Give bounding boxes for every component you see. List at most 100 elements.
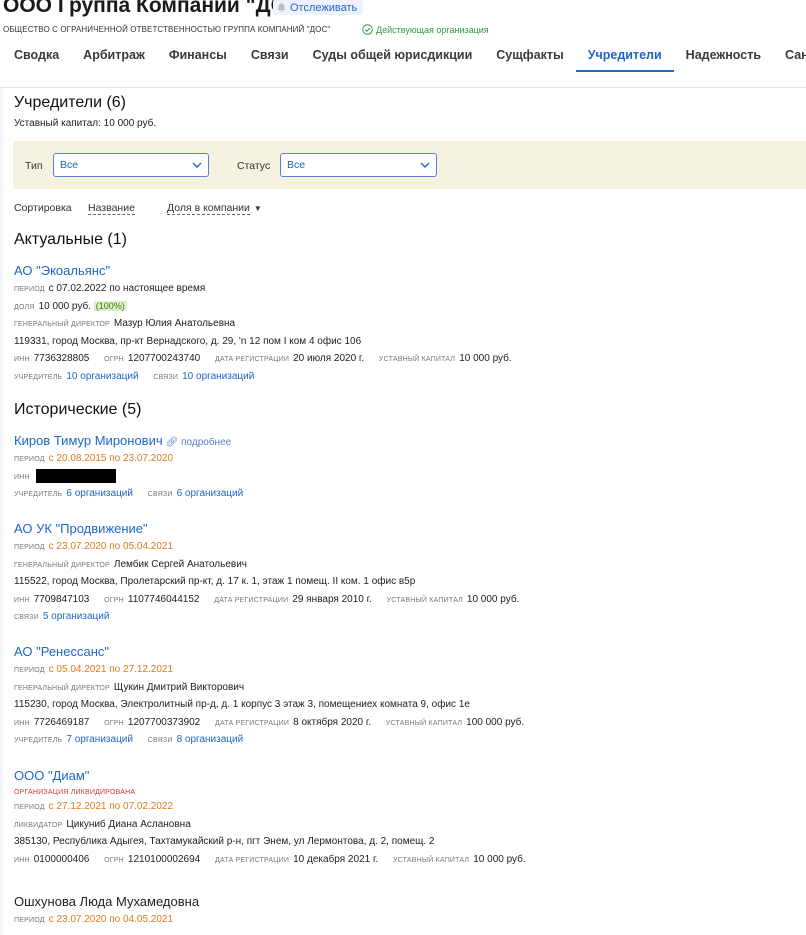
- ogrn-value: 1207700243740: [127, 353, 201, 364]
- caret-down-icon: ▼: [253, 204, 262, 213]
- tab-founders[interactable]: Учредители: [575, 38, 674, 72]
- period-value: с 23.07.2020 по 04.05.2021: [48, 914, 174, 925]
- ceo-name: Щукин Дмитрий Викторович: [113, 681, 245, 693]
- founder-label: учредитель: [14, 737, 63, 744]
- period-label: период: [14, 456, 45, 463]
- sort-by-share[interactable]: Доля в компании ▼: [167, 202, 262, 215]
- capital-label: уставный капитал: [386, 596, 463, 604]
- ceo-name: Мазур Юлия Анатольевна: [113, 318, 236, 329]
- status-filter-value: Все: [287, 159, 306, 171]
- period-value: с 20.08.2015 по 23.07.2020: [48, 453, 174, 464]
- inn-value: 7726469187: [33, 716, 90, 728]
- inn-label: инн: [14, 356, 30, 363]
- links-orgs-link[interactable]: 10 организаций: [182, 371, 254, 382]
- capital-label: уставный капитал: [378, 356, 456, 363]
- filter-bar: Тип Все Статус Все: [13, 141, 806, 189]
- address: 385130, Республика Адыгея, Тахтамукайски…: [14, 836, 435, 847]
- founder-card: Киров Тимур Миронович 🔗︎ подробнее период…: [14, 432, 794, 503]
- founder-name-link[interactable]: АО УК "Продвижение": [14, 520, 794, 538]
- status-badge: Действующая организация: [362, 24, 489, 35]
- status-text: Действующая организация: [376, 24, 489, 35]
- inn-label: инн: [14, 719, 30, 727]
- tab-sanctions[interactable]: Санкции: [773, 38, 806, 72]
- reg-date-label: дата регистрации: [215, 719, 290, 727]
- links-label: связи: [147, 491, 173, 498]
- period-label: период: [14, 804, 45, 811]
- links-label: связи: [153, 373, 179, 381]
- ogrn-value: 1207700373902: [127, 716, 201, 728]
- ogrn-value: 1107746044152: [127, 593, 200, 605]
- capital-label: уставный капитал: [385, 719, 463, 727]
- track-button-label: Отслеживать: [290, 1, 358, 14]
- company-header: ООО Группа Компаний "ДОС" Отслеживать ОБ…: [0, 0, 806, 88]
- tab-general-courts[interactable]: Суды общей юрисдикции: [301, 38, 485, 72]
- status-filter-select[interactable]: Все: [280, 153, 437, 177]
- founder-name-link[interactable]: АО "Экоальянс": [14, 262, 794, 280]
- inn-value: 0100000406: [33, 853, 90, 865]
- tab-summary[interactable]: Сводка: [0, 38, 71, 72]
- tab-reliability[interactable]: Надежность: [674, 38, 773, 72]
- links-orgs-link[interactable]: 6 организаций: [177, 488, 244, 499]
- type-filter-select[interactable]: Все: [53, 153, 209, 177]
- founder-name-link[interactable]: АО "Ренессанс": [14, 643, 794, 661]
- more-link[interactable]: 🔗︎ подробнее: [166, 437, 232, 448]
- link-icon: 🔗︎: [165, 437, 179, 448]
- period-value: с 05.04.2021 по 27.12.2021: [48, 664, 174, 675]
- reg-date-value: 29 января 2010 г.: [292, 593, 372, 605]
- check-circle-icon: [362, 24, 373, 35]
- founder-name-link[interactable]: Киров Тимур Миронович: [14, 433, 163, 448]
- period-value: с 07.02.2022 по настоящее время: [48, 283, 206, 294]
- liquidator-label: ликвидатор: [14, 821, 63, 829]
- address: 119331, город Москва, пр-кт Вернадского,…: [14, 335, 362, 347]
- share-value: 10 000 руб.: [38, 300, 91, 312]
- more-link-label: подробнее: [181, 437, 232, 448]
- ogrn-label: огрн: [104, 356, 124, 363]
- founder-orgs-link[interactable]: 7 организаций: [66, 734, 133, 745]
- capital-value: 10 000 руб.: [466, 593, 520, 605]
- tab-bar: Сводка Арбитраж Финансы Связи Суды общей…: [0, 38, 806, 72]
- address: 115230, город Москва, Электролитный пр-д…: [14, 699, 470, 710]
- sort-by-name[interactable]: Название: [88, 202, 135, 215]
- liquidated-badge: организация ликвидирована: [14, 789, 136, 796]
- reg-date-label: дата регистрации: [215, 856, 290, 864]
- links-orgs-link[interactable]: 5 организаций: [43, 611, 110, 622]
- reg-date-value: 20 июля 2020 г.: [293, 353, 365, 364]
- inn-label: инн: [14, 856, 30, 864]
- ceo-name: Лембик Сергей Анатольевич: [113, 558, 248, 570]
- authorized-capital: Уставный капитал: 10 000 руб.: [14, 118, 157, 129]
- company-full-name: ОБЩЕСТВО С ОГРАНИЧЕННОЙ ОТВЕТСТВЕННОСТЬЮ…: [3, 25, 331, 34]
- founders-panel: Учредители (6) Уставный капитал: 10 000 …: [3, 88, 806, 935]
- period-label: период: [14, 667, 45, 674]
- founder-card: АО "Ренессанс" период с 05.04.2021 по 27.…: [14, 643, 794, 749]
- ogrn-label: огрн: [104, 596, 124, 604]
- founder-orgs-link[interactable]: 6 организаций: [66, 488, 133, 499]
- period-label: период: [14, 917, 45, 924]
- ceo-label: генеральный директор: [14, 684, 110, 692]
- share-percent-badge: (100%): [93, 300, 127, 311]
- ogrn-value: 1210100002694: [127, 853, 201, 865]
- sort-by-share-label: Доля в компании: [167, 202, 250, 215]
- current-founders-title: Актуальные (1): [14, 231, 127, 248]
- founder-label: учредитель: [14, 491, 63, 498]
- founder-name-link[interactable]: ООО "Диам": [14, 767, 794, 785]
- reg-date-label: дата регистрации: [215, 356, 290, 363]
- ogrn-label: огрн: [104, 856, 124, 864]
- founder-card: ООО "Диам" организация ликвидирована пер…: [14, 767, 794, 868]
- reg-date-value: 8 октября 2020 г.: [293, 716, 372, 728]
- founders-title: Учредители (6): [14, 94, 127, 111]
- period-value: с 23.07.2020 по 05.04.2021: [48, 541, 174, 552]
- founder-card: Ошхунова Люда Мухамедовна период с 23.07.…: [14, 893, 794, 929]
- track-button[interactable]: Отслеживать: [273, 0, 364, 15]
- inn-label: инн: [14, 473, 30, 481]
- ceo-label: генеральный директор: [14, 561, 110, 569]
- tab-material-facts[interactable]: Сущфакты: [484, 38, 575, 72]
- tab-arbitration[interactable]: Арбитраж: [71, 38, 157, 72]
- founder-orgs-link[interactable]: 10 организаций: [66, 371, 138, 382]
- tab-links[interactable]: Связи: [239, 38, 301, 72]
- links-orgs-link[interactable]: 8 организаций: [177, 734, 244, 745]
- capital-value: 100 000 руб.: [466, 716, 525, 728]
- type-filter-label: Тип: [25, 160, 43, 172]
- inn-label: инн: [14, 596, 30, 604]
- tab-finances[interactable]: Финансы: [157, 38, 239, 72]
- capital-label: уставный капитал: [392, 856, 470, 864]
